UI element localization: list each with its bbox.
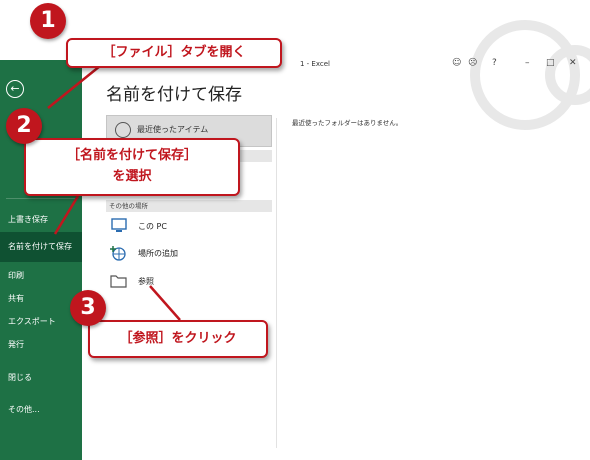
sidebar-item-more[interactable]: その他...	[0, 398, 82, 420]
callout-2-line1: ［名前を付けて保存］	[66, 148, 197, 163]
sidebar-item-export[interactable]: エクスポート	[0, 310, 82, 332]
help-icon[interactable]: ?	[492, 58, 497, 68]
callout-3: ［参照］をクリック	[88, 320, 268, 358]
sidebar-divider	[6, 198, 76, 199]
sidebar-item-publish[interactable]: 発行	[0, 333, 82, 355]
callout-3-text: ［参照］をクリック	[119, 331, 237, 346]
sidebar-item-save-as[interactable]: 名前を付けて保存	[0, 232, 82, 262]
location-label: 場所の追加	[138, 249, 178, 258]
minimize-icon[interactable]: –	[525, 58, 530, 68]
recent-items-label: 最近使ったアイテム	[137, 125, 209, 134]
back-arrow-icon[interactable]: ←	[6, 80, 24, 98]
sidebar-item-label: 発行	[8, 339, 24, 349]
page-title: 名前を付けて保存	[106, 85, 242, 105]
location-label: この PC	[138, 222, 167, 231]
window-title: 1 - Excel	[300, 60, 330, 68]
pc-icon	[111, 218, 127, 232]
empty-folder-message: 最近使ったフォルダーはありません。	[292, 119, 403, 127]
folder-icon	[110, 275, 127, 288]
callout-1-number: 1	[30, 3, 66, 39]
sidebar-item-save[interactable]: 上書き保存	[0, 208, 82, 230]
sidebar-item-label: その他...	[8, 404, 40, 414]
callout-2-line2: を選択	[112, 169, 152, 184]
sidebar-item-close[interactable]: 閉じる	[0, 366, 82, 388]
feedback-frown-icon[interactable]: ☹	[468, 58, 477, 68]
sidebar-item-label: エクスポート	[8, 316, 56, 326]
feedback-smile-icon[interactable]: ☺	[452, 58, 461, 68]
location-label: 参照	[138, 277, 154, 286]
callout-3-number: 3	[70, 290, 106, 326]
other-locations-header: その他の場所	[106, 200, 272, 212]
sidebar-item-label: 名前を付けて保存	[8, 242, 72, 251]
callout-2: ［名前を付けて保存］ を選択	[24, 138, 240, 196]
callout-1-text: ［ファイル］タブを開く	[102, 45, 246, 60]
clock-icon	[115, 122, 131, 138]
close-icon[interactable]: ✕	[569, 58, 577, 68]
sidebar-item-print[interactable]: 印刷	[0, 264, 82, 286]
sidebar-item-label: 閉じる	[8, 372, 32, 382]
callout-1: ［ファイル］タブを開く	[66, 38, 282, 68]
sidebar-item-label: 共有	[8, 293, 24, 303]
pane-divider	[276, 118, 277, 448]
callout-2-number: 2	[6, 108, 42, 144]
location-this-pc[interactable]: この PC	[108, 216, 268, 238]
maximize-icon[interactable]: □	[546, 58, 555, 68]
sidebar-item-label: 印刷	[8, 270, 24, 280]
add-location-icon	[110, 246, 126, 261]
location-browse[interactable]: 参照	[108, 271, 268, 293]
sidebar-item-label: 上書き保存	[8, 214, 48, 224]
location-add-place[interactable]: 場所の追加	[108, 243, 268, 265]
